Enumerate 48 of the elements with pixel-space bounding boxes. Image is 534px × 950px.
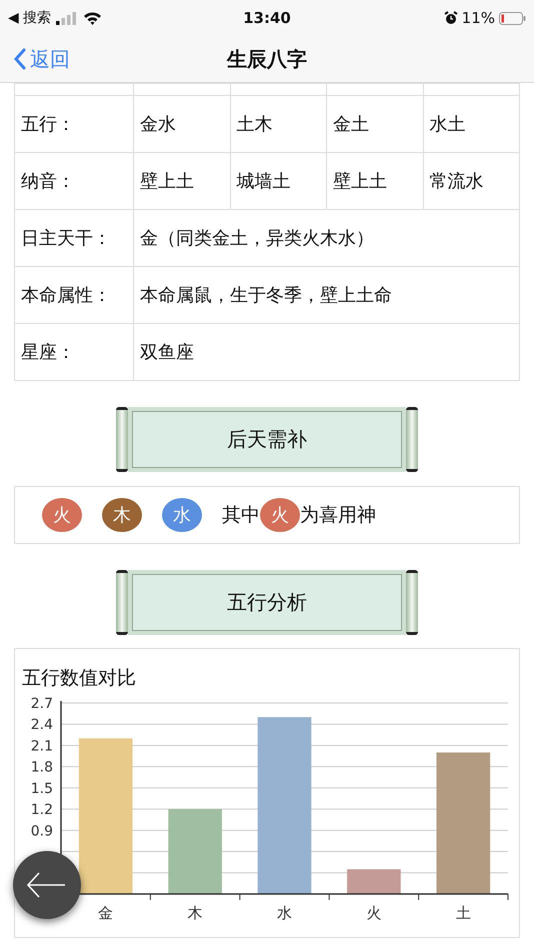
row-label: 星座： (14, 324, 134, 380)
scroll-banner: 五行分析 (116, 570, 418, 635)
x-tick-label: 木 (188, 904, 203, 922)
battery-icon (499, 12, 526, 24)
alarm-clock-icon (444, 11, 458, 25)
element-badge: 火 (260, 498, 300, 532)
chevron-left-icon (14, 48, 26, 70)
table-cell: 金（同类金土，异类火木水） (134, 210, 520, 266)
table-cell: 金水 (134, 96, 230, 152)
wifi-icon (83, 11, 102, 25)
table-cell: 常流水 (423, 152, 520, 210)
table-cell: 壁上土 (134, 152, 230, 210)
sentence-text: 其中 (222, 503, 260, 528)
row-label: 纳音： (14, 152, 134, 210)
y-tick-label: 1.8 (30, 760, 53, 776)
bar (347, 869, 401, 894)
x-tick-label: 土 (456, 904, 471, 922)
y-tick-label: 2.7 (30, 696, 53, 712)
battery-percent: 11% (462, 9, 495, 27)
table-cell: 城墙土 (230, 152, 326, 210)
table-cell: 土木 (230, 96, 326, 152)
page-title: 生辰八字 (227, 46, 307, 70)
row-label: 日主天干： (14, 210, 134, 266)
back-app-link[interactable]: ◀ 搜索 (8, 9, 52, 27)
scroll-banner: 后天需补 (116, 407, 418, 472)
x-tick-label: 金 (98, 904, 114, 922)
row-label: 五行： (14, 96, 134, 152)
element-badge: 木 (102, 498, 142, 532)
status-time: 13:40 (243, 9, 291, 27)
x-tick-label: 水 (277, 904, 292, 922)
element-badge: 水 (162, 498, 202, 532)
row-label: 本命属性： (14, 266, 134, 324)
x-tick-label: 火 (366, 904, 382, 922)
y-tick-label: 1.2 (30, 802, 53, 818)
table-cell: 壁上土 (326, 152, 423, 210)
floating-back-button[interactable] (13, 851, 81, 919)
y-tick-label: 2.1 (30, 738, 53, 754)
y-tick-label: 0.9 (30, 823, 53, 840)
table-cell: 水土 (423, 96, 520, 152)
y-tick-label: 1.5 (30, 780, 53, 797)
element-badge: 火 (42, 498, 82, 532)
y-tick-label: 2.4 (30, 717, 53, 734)
chart-title: 五行数值对比 (22, 667, 136, 689)
table-cell: 金土 (326, 96, 423, 152)
table-cell: 本命属鼠，生于冬季，壁上土命 (134, 266, 520, 324)
table-cell: 双鱼座 (134, 324, 520, 380)
sentence-text: 为喜用神 (300, 503, 376, 528)
signal-icon (56, 12, 78, 24)
